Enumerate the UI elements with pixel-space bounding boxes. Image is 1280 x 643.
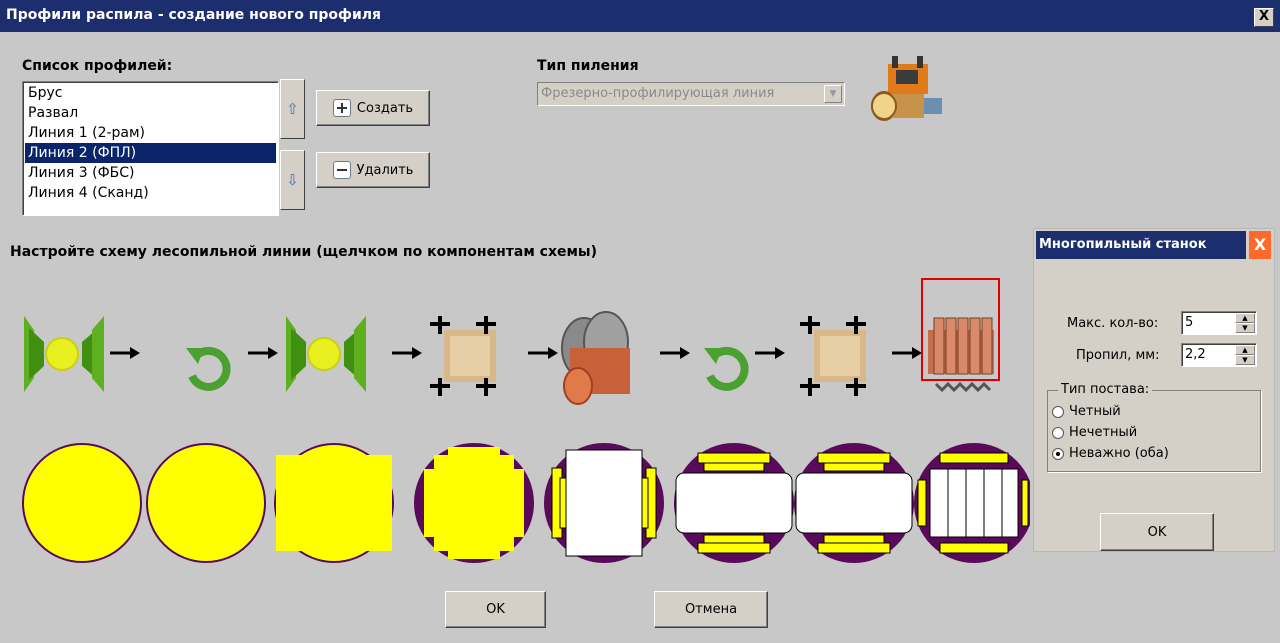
scheme-component-rotate-1[interactable] xyxy=(186,348,227,387)
radio-circle[interactable] xyxy=(1052,405,1064,418)
log-section-4 xyxy=(414,443,534,563)
max-count-value: 5 xyxy=(1185,315,1194,330)
radio-label: Четный xyxy=(1069,404,1121,419)
log-section-2 xyxy=(146,443,266,563)
log-section-6 xyxy=(674,443,794,563)
panel-close-button[interactable]: X xyxy=(1249,231,1271,259)
scheme-component-rotate-2[interactable] xyxy=(704,348,745,387)
max-count-stepper[interactable]: 5 ▲ ▼ xyxy=(1181,311,1257,335)
spinner-arrows[interactable]: ▲ ▼ xyxy=(1235,313,1255,333)
radio-odd[interactable]: Нечетный xyxy=(1052,425,1137,440)
close-button[interactable]: X xyxy=(1254,8,1274,27)
arrow-icon xyxy=(526,345,560,361)
kerf-value: 2,2 xyxy=(1185,347,1206,362)
scheme-component-profiler-1[interactable] xyxy=(428,314,498,398)
log-section-1 xyxy=(22,443,142,563)
selected-component-highlight xyxy=(921,278,1000,381)
spinner-arrows[interactable]: ▲ ▼ xyxy=(1235,345,1255,365)
log-section-3 xyxy=(274,443,394,563)
panel-title: Многопильный станок xyxy=(1036,231,1246,259)
max-count-label: Макс. кол-во: xyxy=(1067,316,1159,331)
radio-label: Неважно (оба) xyxy=(1069,446,1169,461)
log-section-8 xyxy=(914,443,1030,563)
arrow-icon xyxy=(890,345,924,361)
kerf-label: Пропил, мм: xyxy=(1076,348,1160,363)
arrow-icon xyxy=(246,345,280,361)
cancel-button[interactable]: Отмена xyxy=(654,591,768,628)
radio-even[interactable]: Четный xyxy=(1052,404,1121,419)
set-type-label: Тип постава: xyxy=(1058,382,1153,397)
radio-circle-selected[interactable] xyxy=(1052,447,1064,460)
log-section-5 xyxy=(544,443,664,563)
arrow-icon xyxy=(108,345,142,361)
radio-label: Нечетный xyxy=(1069,425,1138,440)
scheme-component-chipper-canter-1[interactable] xyxy=(23,315,105,393)
gang-saw-panel: Многопильный станок X Макс. кол-во: 5 ▲ ▼… xyxy=(1033,228,1275,552)
scheme-component-profiler-2[interactable] xyxy=(798,314,868,398)
arrow-icon xyxy=(658,345,692,361)
arrow-icon xyxy=(753,345,787,361)
ok-button[interactable]: OK xyxy=(445,591,546,628)
log-section-7 xyxy=(794,443,914,563)
radio-any[interactable]: Неважно (оба) xyxy=(1052,446,1169,461)
scheme-component-chipper-canter-2[interactable] xyxy=(285,315,367,393)
sawmill-line-scheme[interactable] xyxy=(0,0,1030,643)
set-type-group: Тип постава: Четный Нечетный Неважно (об… xyxy=(1047,382,1261,472)
scheme-component-circular-saw[interactable] xyxy=(561,311,630,405)
arrow-icon xyxy=(390,345,424,361)
panel-ok-button[interactable]: OK xyxy=(1100,513,1214,551)
kerf-stepper[interactable]: 2,2 ▲ ▼ xyxy=(1181,343,1257,367)
radio-circle[interactable] xyxy=(1052,426,1064,439)
